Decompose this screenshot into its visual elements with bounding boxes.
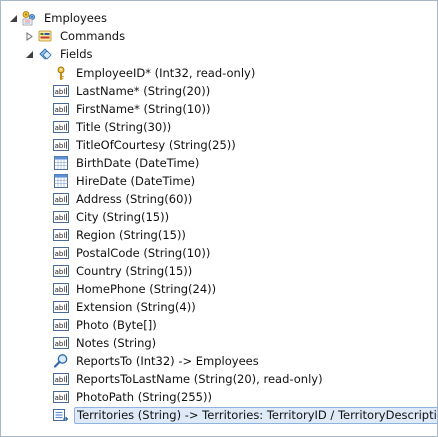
field-label: HomePhone (String(24)) xyxy=(76,282,217,296)
text-field-icon: abl xyxy=(53,209,69,225)
svg-text:abl: abl xyxy=(55,214,66,222)
tree-node-commands[interactable]: Commands xyxy=(23,27,127,45)
field-label: ReportsTo (Int32) -> Employees xyxy=(76,354,259,368)
field-label: Extension (String(4)) xyxy=(76,300,196,314)
field-titleofcourtesy[interactable]: abl TitleOfCourtesy (String(25)) xyxy=(53,136,238,154)
field-territories[interactable]: Territories (String) -> Territories: Ter… xyxy=(53,406,437,424)
field-label: City (String(15)) xyxy=(76,210,170,224)
svg-text:abl: abl xyxy=(55,322,66,330)
field-label: PhotoPath (String(255)) xyxy=(76,390,212,404)
field-notes[interactable]: abl Notes (String) xyxy=(53,334,158,352)
tree-node-employees[interactable]: Employees xyxy=(7,9,109,27)
text-field-icon: abl xyxy=(53,101,69,117)
text-field-icon: abl xyxy=(53,317,69,333)
field-label: PostalCode (String(10)) xyxy=(76,246,211,260)
tree-node-label: Fields xyxy=(60,47,93,61)
field-label: BirthDate (DateTime) xyxy=(76,156,200,170)
svg-text:abl: abl xyxy=(55,340,66,348)
field-address[interactable]: abl Address (String(60)) xyxy=(53,190,194,208)
text-field-icon: abl xyxy=(53,227,69,243)
svg-text:abl: abl xyxy=(55,142,66,150)
field-label: Notes (String) xyxy=(76,336,157,350)
text-field-icon: abl xyxy=(53,245,69,261)
svg-text:abl: abl xyxy=(55,88,66,96)
field-postalcode[interactable]: abl PostalCode (String(10)) xyxy=(53,244,212,262)
text-field-icon: abl xyxy=(53,335,69,351)
svg-text:abl: abl xyxy=(55,286,66,294)
field-reportstolastname[interactable]: abl ReportsToLastName (String(20), read-… xyxy=(53,370,325,388)
tree-node-label: Commands xyxy=(60,29,126,43)
svg-text:abl: abl xyxy=(55,268,66,276)
field-label: Territories (String) -> Territories: Ter… xyxy=(74,406,437,424)
field-reportsto[interactable]: ReportsTo (Int32) -> Employees xyxy=(53,352,261,370)
collapse-triangle-icon[interactable] xyxy=(7,12,19,24)
text-field-icon: abl xyxy=(53,389,69,405)
text-field-icon: abl xyxy=(53,281,69,297)
field-firstname[interactable]: abl FirstName* (String(10)) xyxy=(53,100,212,118)
field-label: Region (String(15)) xyxy=(76,228,186,242)
svg-text:abl: abl xyxy=(55,376,66,384)
field-homephone[interactable]: abl HomePhone (String(24)) xyxy=(53,280,218,298)
svg-text:abl: abl xyxy=(55,250,66,258)
field-birthdate[interactable]: BirthDate (DateTime) xyxy=(53,154,201,172)
field-city[interactable]: abl City (String(15)) xyxy=(53,208,171,226)
collapse-triangle-icon[interactable] xyxy=(23,48,35,60)
field-employeeid[interactable]: EmployeeID* (Int32, read-only) xyxy=(53,64,257,82)
field-label: HireDate (DateTime) xyxy=(76,174,196,188)
key-icon xyxy=(53,65,69,81)
field-label: EmployeeID* (Int32, read-only) xyxy=(76,66,256,80)
many-to-many-icon xyxy=(53,407,69,423)
svg-text:abl: abl xyxy=(55,106,66,114)
svg-text:abl: abl xyxy=(55,124,66,132)
tree-node-fields[interactable]: Fields xyxy=(23,45,95,63)
field-photo[interactable]: abl Photo (Byte[]) xyxy=(53,316,159,334)
commands-icon xyxy=(37,28,53,44)
text-field-icon: abl xyxy=(53,137,69,153)
field-hiredate[interactable]: HireDate (DateTime) xyxy=(53,172,197,190)
text-field-icon: abl xyxy=(53,119,69,135)
text-field-icon: abl xyxy=(53,83,69,99)
text-field-icon: abl xyxy=(53,263,69,279)
field-label: TitleOfCourtesy (String(25)) xyxy=(76,138,236,152)
field-photopath[interactable]: abl PhotoPath (String(255)) xyxy=(53,388,214,406)
field-label: Country (String(15)) xyxy=(76,264,193,278)
svg-text:abl: abl xyxy=(55,196,66,204)
text-field-icon: abl xyxy=(53,299,69,315)
tree-node-label: Employees xyxy=(44,11,107,25)
project-explorer-tree: Employees Commands Fields EmployeeID* (I… xyxy=(0,0,438,437)
field-label: LastName* (String(20)) xyxy=(76,84,211,98)
expand-triangle-icon[interactable] xyxy=(23,30,35,42)
fields-icon xyxy=(37,46,53,62)
field-label: FirstName* (String(10)) xyxy=(76,102,211,116)
field-label: Address (String(60)) xyxy=(76,192,193,206)
field-lastname[interactable]: abl LastName* (String(20)) xyxy=(53,82,212,100)
svg-text:abl: abl xyxy=(55,304,66,312)
text-field-icon: abl xyxy=(53,191,69,207)
calendar-icon xyxy=(53,155,69,171)
svg-text:abl: abl xyxy=(55,394,66,402)
field-title[interactable]: abl Title (String(30)) xyxy=(53,118,173,136)
field-country[interactable]: abl Country (String(15)) xyxy=(53,262,194,280)
text-field-icon: abl xyxy=(53,371,69,387)
calendar-icon xyxy=(53,173,69,189)
field-extension[interactable]: abl Extension (String(4)) xyxy=(53,298,198,316)
svg-text:abl: abl xyxy=(55,232,66,240)
controller-icon xyxy=(21,10,37,26)
field-label: ReportsToLastName (String(20), read-only… xyxy=(76,372,323,386)
field-region[interactable]: abl Region (String(15)) xyxy=(53,226,188,244)
lookup-icon xyxy=(53,353,69,369)
field-label: Photo (Byte[]) xyxy=(76,318,157,332)
field-label: Title (String(30)) xyxy=(76,120,172,134)
